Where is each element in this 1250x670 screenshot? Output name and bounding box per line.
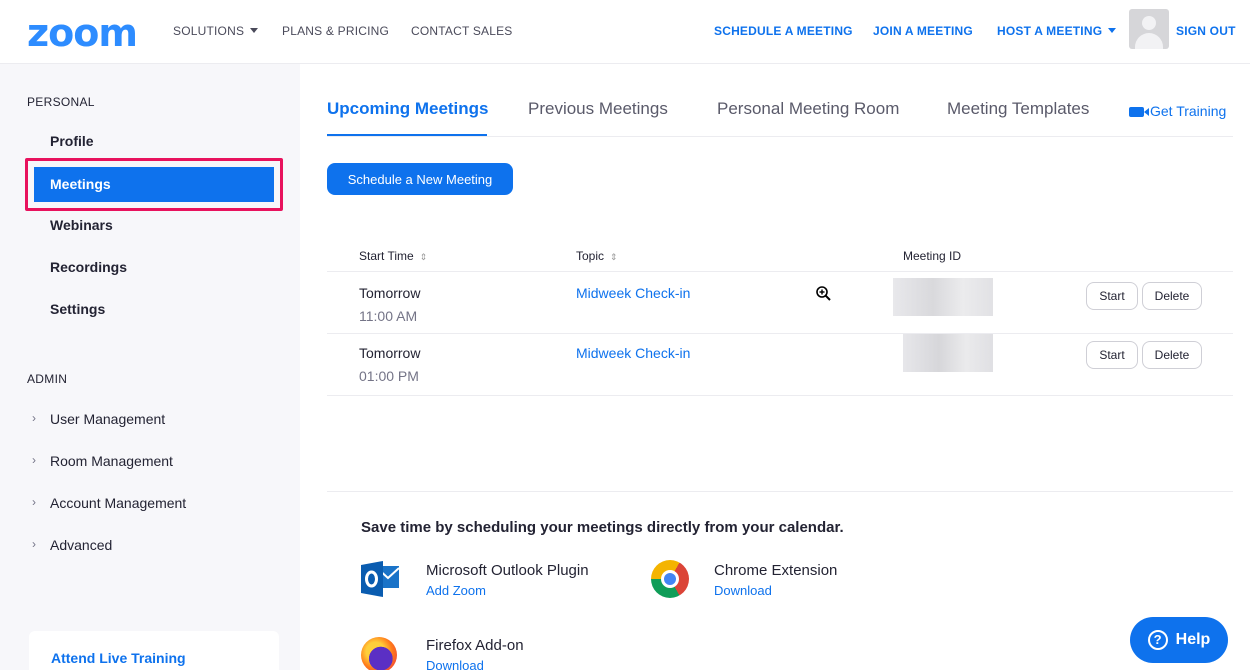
nav-sign-out[interactable]: SIGN OUT [1176,24,1236,38]
meeting-time: 01:00 PM [359,368,419,384]
get-training-link[interactable]: Get Training [1129,103,1226,119]
table-divider [327,395,1233,396]
help-button[interactable]: ? Help [1130,617,1228,663]
meeting-day: Tomorrow [359,285,421,301]
attend-live-training-link[interactable]: Attend Live Training [51,650,186,666]
attend-live-training-card[interactable]: Attend Live Training [29,631,279,670]
firefox-download-link[interactable]: Download [426,658,484,670]
caret-down-icon [1108,28,1117,33]
sort-icon: ⇕ [419,252,428,262]
tab-previous-meetings[interactable]: Previous Meetings [528,99,668,119]
chevron-right-icon: › [32,411,36,425]
nav-host-meeting[interactable]: HOST A MEETING [997,24,1117,38]
meeting-id-redacted [893,278,993,316]
add-zoom-link[interactable]: Add Zoom [426,583,486,598]
start-meeting-button[interactable]: Start [1086,341,1138,369]
table-divider [327,333,1233,334]
caret-down-icon [250,28,259,33]
column-header-start-time[interactable]: Start Time ⇕ [359,249,427,263]
calendar-section-title: Save time by scheduling your meetings di… [361,519,844,536]
nav-schedule-meeting[interactable]: SCHEDULE A MEETING [714,24,853,38]
chevron-right-icon: › [32,537,36,551]
tabs-divider [327,136,1233,137]
tab-personal-meeting-room[interactable]: Personal Meeting Room [717,99,899,119]
meeting-time: 11:00 AM [359,308,418,324]
sidebar-item-settings[interactable]: Settings [50,301,105,317]
meeting-topic-link[interactable]: Midweek Check-in [576,285,690,301]
sidebar-section-personal: PERSONAL [27,95,95,109]
delete-meeting-button[interactable]: Delete [1142,282,1202,310]
zoom-in-cursor-icon [816,286,831,301]
section-divider [327,491,1233,492]
outlook-icon [361,561,400,597]
sidebar-item-recordings[interactable]: Recordings [50,259,127,275]
nav-contact-sales[interactable]: CONTACT SALES [411,24,513,38]
table-divider [327,271,1233,272]
sidebar [0,64,300,670]
chevron-right-icon: › [32,453,36,467]
column-header-topic[interactable]: Topic ⇕ [576,249,618,263]
column-header-meeting-id: Meeting ID [903,249,962,263]
sidebar-section-admin: ADMIN [27,372,68,386]
chrome-icon [651,560,689,598]
nav-plans-pricing[interactable]: PLANS & PRICING [282,24,389,38]
question-icon: ? [1147,630,1168,650]
avatar[interactable] [1129,9,1169,49]
chrome-download-link[interactable]: Download [714,583,772,598]
chevron-right-icon: › [32,495,36,509]
sidebar-item-profile[interactable]: Profile [50,133,94,149]
start-meeting-button[interactable]: Start [1086,282,1138,310]
sidebar-item-user-management[interactable]: User Management [50,411,165,427]
nav-solutions[interactable]: SOLUTIONS [173,24,259,38]
nav-join-meeting[interactable]: JOIN A MEETING [873,24,973,38]
video-camera-icon [1129,107,1149,117]
plugin-name-outlook: Microsoft Outlook Plugin [426,562,589,579]
meeting-day: Tomorrow [359,345,421,361]
zoom-logo[interactable]: zoom [27,14,138,52]
meeting-topic-link[interactable]: Midweek Check-in [576,345,690,361]
sidebar-item-account-management[interactable]: Account Management [50,495,186,511]
sort-icon: ⇕ [610,252,618,262]
sidebar-item-webinars[interactable]: Webinars [50,217,113,233]
firefox-icon [361,637,397,670]
top-nav: zoom SOLUTIONS PLANS & PRICING CONTACT S… [0,0,1250,64]
sidebar-item-meetings-highlight: Meetings [25,158,283,211]
sidebar-item-label: Meetings [50,176,111,192]
meeting-id-redacted [903,334,993,372]
plugin-name-firefox: Firefox Add-on [426,637,524,654]
sidebar-item-advanced[interactable]: Advanced [50,537,112,553]
schedule-new-meeting-button[interactable]: Schedule a New Meeting [327,163,513,195]
tab-meeting-templates[interactable]: Meeting Templates [947,99,1089,119]
plugin-name-chrome: Chrome Extension [714,562,838,579]
tab-upcoming-meetings[interactable]: Upcoming Meetings [327,99,489,119]
delete-meeting-button[interactable]: Delete [1142,341,1202,369]
sidebar-item-room-management[interactable]: Room Management [50,453,173,469]
